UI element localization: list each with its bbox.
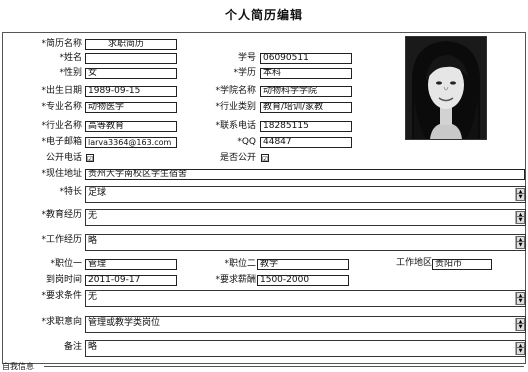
- address-label: *现住地址: [41, 169, 82, 179]
- name-label: *姓名: [59, 53, 82, 63]
- specialty-textarea[interactable]: 足球 ▲ ▼: [85, 186, 526, 203]
- email-input[interactable]: larva3364@163.com: [85, 137, 177, 148]
- college-input[interactable]: 动物科学学院: [260, 86, 352, 97]
- major-input[interactable]: 动物医学: [85, 102, 177, 113]
- name-input[interactable]: [85, 53, 177, 64]
- user-photo-icon: [406, 37, 486, 139]
- job-intention-label: *求职意向: [41, 317, 82, 327]
- education-label: *学历: [233, 68, 256, 78]
- work-history-scrollbar[interactable]: ▲ ▼: [515, 236, 525, 249]
- industry-category-label: *行业类别: [215, 102, 256, 112]
- position-one-label: *职位一: [50, 259, 82, 269]
- remarks-label: 备注: [63, 342, 82, 352]
- major-label: *专业名称: [41, 102, 82, 112]
- profile-photo: [405, 36, 487, 140]
- gender-label: *性别: [59, 68, 82, 78]
- page-title: 个人简历编辑: [224, 8, 303, 22]
- job-intention-scrollbar[interactable]: ▲ ▼: [515, 318, 525, 331]
- industry-category-input[interactable]: 教育/培训/家教: [260, 102, 352, 113]
- scroll-down-icon[interactable]: ▼: [516, 323, 525, 331]
- scroll-down-icon[interactable]: ▼: [516, 241, 525, 249]
- specialty-scrollbar[interactable]: ▲ ▼: [515, 188, 525, 201]
- specialty-text: 足球: [88, 188, 107, 198]
- work-area-label: 工作地区: [395, 258, 432, 268]
- is-public-label: 是否公开: [219, 153, 256, 163]
- address-input[interactable]: 贵州大学南校区学生宿舍: [85, 169, 525, 180]
- phone-label: *联系电话: [215, 121, 256, 131]
- work-history-textarea[interactable]: 略 ▲ ▼: [85, 234, 526, 251]
- student-id-input[interactable]: 06090511: [260, 53, 352, 64]
- education-input[interactable]: 本科: [260, 68, 352, 79]
- remarks-textarea[interactable]: 略 ▲ ▼: [85, 340, 526, 357]
- gender-input[interactable]: 女: [85, 68, 177, 79]
- education-history-text: 无: [88, 211, 98, 221]
- work-area-input[interactable]: 贵阳市: [432, 259, 492, 270]
- birth-date-label: *出生日期: [41, 86, 82, 96]
- salary-input[interactable]: 1500-2000: [257, 275, 349, 286]
- section-divider: [44, 366, 524, 367]
- is-public-checkbox[interactable]: ☑: [261, 154, 269, 163]
- requirements-scrollbar[interactable]: ▲ ▼: [515, 292, 525, 305]
- qq-input[interactable]: 44847: [260, 137, 352, 148]
- scroll-down-icon[interactable]: ▼: [516, 297, 525, 305]
- position-two-label: *职位二: [224, 259, 256, 269]
- job-intention-text: 管理或教学类岗位: [88, 318, 161, 328]
- work-history-label: *工作经历: [41, 235, 82, 245]
- job-intention-textarea[interactable]: 管理或教学类岗位 ▲ ▼: [85, 316, 526, 333]
- email-label: *电子邮箱: [41, 137, 82, 147]
- scroll-down-icon[interactable]: ▼: [516, 347, 525, 355]
- remarks-text: 略: [88, 342, 98, 352]
- student-id-label: 学号: [237, 53, 256, 63]
- scroll-down-icon[interactable]: ▼: [516, 216, 525, 224]
- requirements-textarea[interactable]: 无 ▲ ▼: [85, 290, 526, 307]
- qq-label: *QQ: [237, 137, 256, 147]
- resume-name-label: *简历名称: [41, 39, 82, 49]
- scroll-down-icon[interactable]: ▼: [516, 193, 525, 201]
- education-history-label: *教育经历: [41, 210, 82, 220]
- specialty-label: *特长: [59, 187, 82, 197]
- phone-input[interactable]: 18285115: [260, 121, 352, 132]
- industry-name-label: *行业名称: [41, 121, 82, 131]
- education-history-scrollbar[interactable]: ▲ ▼: [515, 211, 525, 224]
- start-date-input[interactable]: 2011-09-17: [85, 275, 177, 286]
- self-info-section-title: 自我信息: [2, 362, 34, 371]
- education-history-textarea[interactable]: 无 ▲ ▼: [85, 209, 526, 226]
- college-label: *学院名称: [215, 86, 256, 96]
- birth-date-input[interactable]: 1989-09-15: [85, 86, 177, 97]
- resume-name-input[interactable]: 求职简历: [85, 39, 177, 50]
- remarks-scrollbar[interactable]: ▲ ▼: [515, 342, 525, 355]
- work-history-text: 略: [88, 236, 98, 246]
- industry-name-input[interactable]: 高等教育: [85, 121, 177, 132]
- start-date-label: 到岗时间: [45, 275, 82, 285]
- salary-label: *要求薪酬: [215, 275, 256, 285]
- public-phone-checkbox[interactable]: ☑: [86, 154, 94, 163]
- position-two-input[interactable]: 教学: [257, 259, 349, 270]
- public-phone-label: 公开电话: [45, 153, 82, 163]
- requirements-text: 无: [88, 292, 98, 302]
- requirements-label: *要求条件: [41, 291, 82, 301]
- position-one-input[interactable]: 管理: [85, 259, 177, 270]
